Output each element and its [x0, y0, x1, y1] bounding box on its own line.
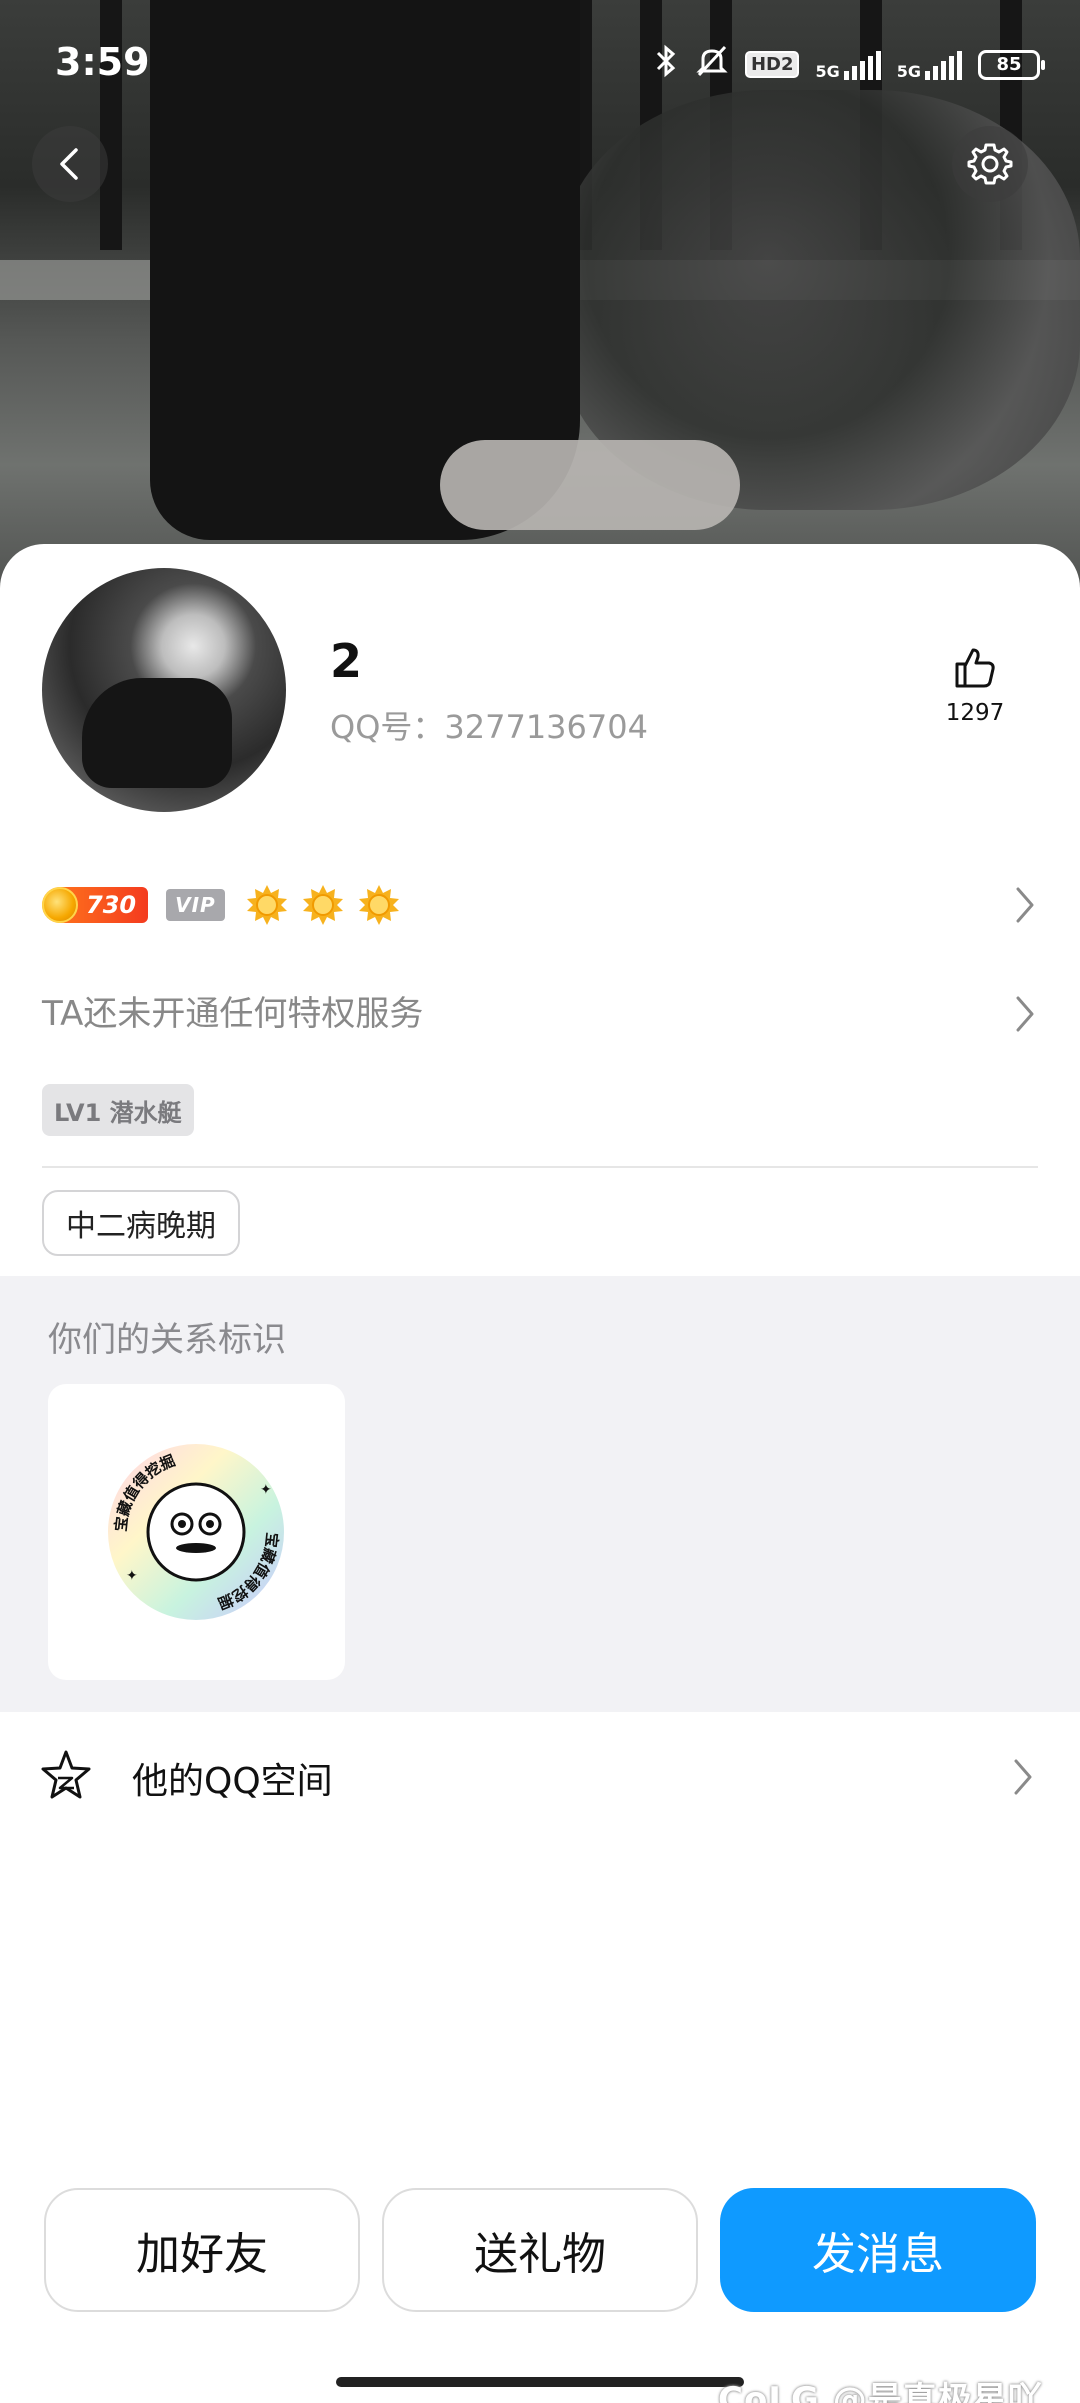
- vip-badge: VIP: [166, 889, 225, 921]
- personal-tag-chip[interactable]: 中二病晚期: [42, 1190, 240, 1256]
- badges-row[interactable]: 730 VIP: [42, 878, 1038, 932]
- signal-1-icon: 5G: [815, 50, 881, 80]
- add-friend-button[interactable]: 加好友: [44, 2188, 360, 2312]
- qq-number: QQ号：3277136704: [330, 708, 648, 746]
- chevron-left-icon: [60, 148, 78, 180]
- hd-voice-icon: HD2: [744, 51, 800, 78]
- coin-level-badge: 730: [42, 887, 149, 923]
- thumbs-up-icon: [955, 648, 995, 688]
- home-indicator[interactable]: [336, 2377, 744, 2387]
- like-count: 1297: [945, 700, 1005, 726]
- sun-level-icon: [302, 885, 343, 925]
- send-gift-button[interactable]: 送礼物: [382, 2188, 698, 2312]
- watermark: CoLG @是真极星吖: [718, 2380, 1043, 2403]
- gear-icon: [967, 143, 1013, 185]
- svg-text:✦: ✦: [260, 1482, 272, 1498]
- send-message-button[interactable]: 发消息: [720, 2188, 1036, 2312]
- back-button[interactable]: [32, 126, 108, 202]
- qzone-label: 他的QQ空间: [132, 1761, 333, 1802]
- mute-bell-icon: [695, 44, 729, 85]
- relationship-title: 你们的关系标识: [48, 1320, 286, 1360]
- svg-text:✦: ✦: [126, 1568, 138, 1584]
- level-tag: LV1 潜水艇: [42, 1084, 194, 1136]
- privilege-text: TA还未开通任何特权服务: [42, 994, 424, 1034]
- avatar[interactable]: [42, 568, 286, 812]
- like-button[interactable]: 1297: [930, 644, 1020, 726]
- settings-button[interactable]: [952, 126, 1028, 202]
- sun-level-icon: [358, 885, 399, 925]
- treasure-sticker-icon: 宝藏值得挖掘 宝藏值得挖掘 ✦ ✦: [108, 1444, 284, 1620]
- coin-icon: [42, 887, 78, 923]
- chevron-right-icon: [1016, 887, 1034, 923]
- relationship-badge-tile[interactable]: 宝藏值得挖掘 宝藏值得挖掘 ✦ ✦: [48, 1384, 345, 1680]
- qzone-star-icon: [41, 1750, 91, 1799]
- divider: [42, 1166, 1038, 1168]
- signal-2-icon: 5G: [897, 50, 962, 80]
- bluetooth-icon: [653, 44, 679, 85]
- battery-icon: 85: [978, 49, 1045, 80]
- chevron-right-icon: [1014, 1759, 1032, 1795]
- nickname: 2: [330, 634, 363, 688]
- relationship-section: 你们的关系标识 宝藏值得挖掘 宝藏值得挖掘 ✦ ✦: [0, 1276, 1080, 1712]
- qzone-row[interactable]: 他的QQ空间: [0, 1712, 1080, 1842]
- status-time: 3:59: [55, 40, 150, 84]
- chevron-right-icon: [1016, 996, 1034, 1032]
- sun-level-icon: [246, 885, 287, 925]
- status-bar: 3:59 HD2 5G 5G 85: [0, 0, 1080, 130]
- privilege-row[interactable]: TA还未开通任何特权服务: [42, 984, 1038, 1044]
